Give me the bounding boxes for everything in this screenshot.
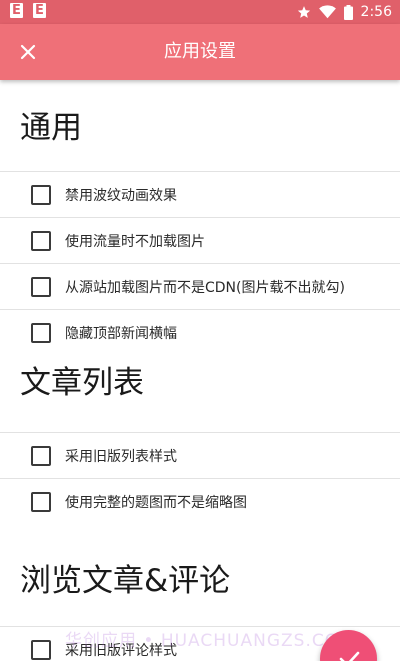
settings-list: 通用 禁用波纹动画效果 使用流量时不加载图片 从源站加载图片而不是CDN(图片载…: [0, 80, 400, 661]
app-toolbar: 应用设置: [0, 24, 400, 80]
checkbox[interactable]: [31, 322, 51, 343]
setting-label: 从源站加载图片而不是CDN(图片载不出就勾): [65, 279, 345, 296]
section-article-list: 文章列表 采用旧版列表样式 使用完整的题图而不是缩略图: [0, 355, 400, 524]
status-indicators: 2:56: [297, 0, 392, 24]
notification-e-icon: E: [33, 3, 46, 18]
star-icon: [297, 6, 310, 18]
setting-label: 禁用波纹动画效果: [65, 187, 177, 204]
checkbox[interactable]: [31, 445, 51, 466]
notification-e-icon: E: [10, 3, 23, 18]
check-icon: [339, 651, 359, 661]
setting-item[interactable]: 使用流量时不加载图片: [0, 217, 400, 263]
wifi-icon: [318, 5, 336, 19]
setting-item[interactable]: 隐藏顶部新闻横幅: [0, 309, 400, 355]
setting-label: 使用流量时不加载图片: [65, 233, 205, 250]
checkbox[interactable]: [31, 639, 51, 660]
section-title: 浏览文章&评论: [20, 563, 231, 599]
checkbox[interactable]: [31, 230, 51, 251]
checkbox[interactable]: [31, 184, 51, 205]
checkbox[interactable]: [31, 276, 51, 297]
setting-label: 采用旧版评论样式: [65, 642, 177, 659]
status-bar: E E 2:56: [0, 0, 400, 24]
setting-item[interactable]: 使用完整的题图而不是缩略图: [0, 478, 400, 524]
setting-label: 使用完整的题图而不是缩略图: [65, 494, 247, 511]
settings-screen: E E 2:56 应用设置 通用 禁用波纹动画效果 使用流量时不加载图片 从源站…: [0, 0, 400, 661]
checkbox[interactable]: [31, 491, 51, 512]
section-title: 通用: [20, 110, 82, 146]
section-general: 通用 禁用波纹动画效果 使用流量时不加载图片 从源站加载图片而不是CDN(图片载…: [0, 80, 400, 355]
setting-item[interactable]: 禁用波纹动画效果: [0, 171, 400, 217]
setting-item[interactable]: 采用旧版列表样式: [0, 432, 400, 478]
clock-time: 2:56: [360, 4, 392, 20]
section-title: 文章列表: [20, 365, 144, 401]
page-title: 应用设置: [164, 41, 236, 62]
battery-icon: [343, 4, 353, 20]
setting-label: 隐藏顶部新闻横幅: [65, 325, 177, 342]
notification-icons: E E: [10, 3, 46, 18]
setting-item[interactable]: 从源站加载图片而不是CDN(图片载不出就勾): [0, 263, 400, 309]
setting-label: 采用旧版列表样式: [65, 448, 177, 465]
